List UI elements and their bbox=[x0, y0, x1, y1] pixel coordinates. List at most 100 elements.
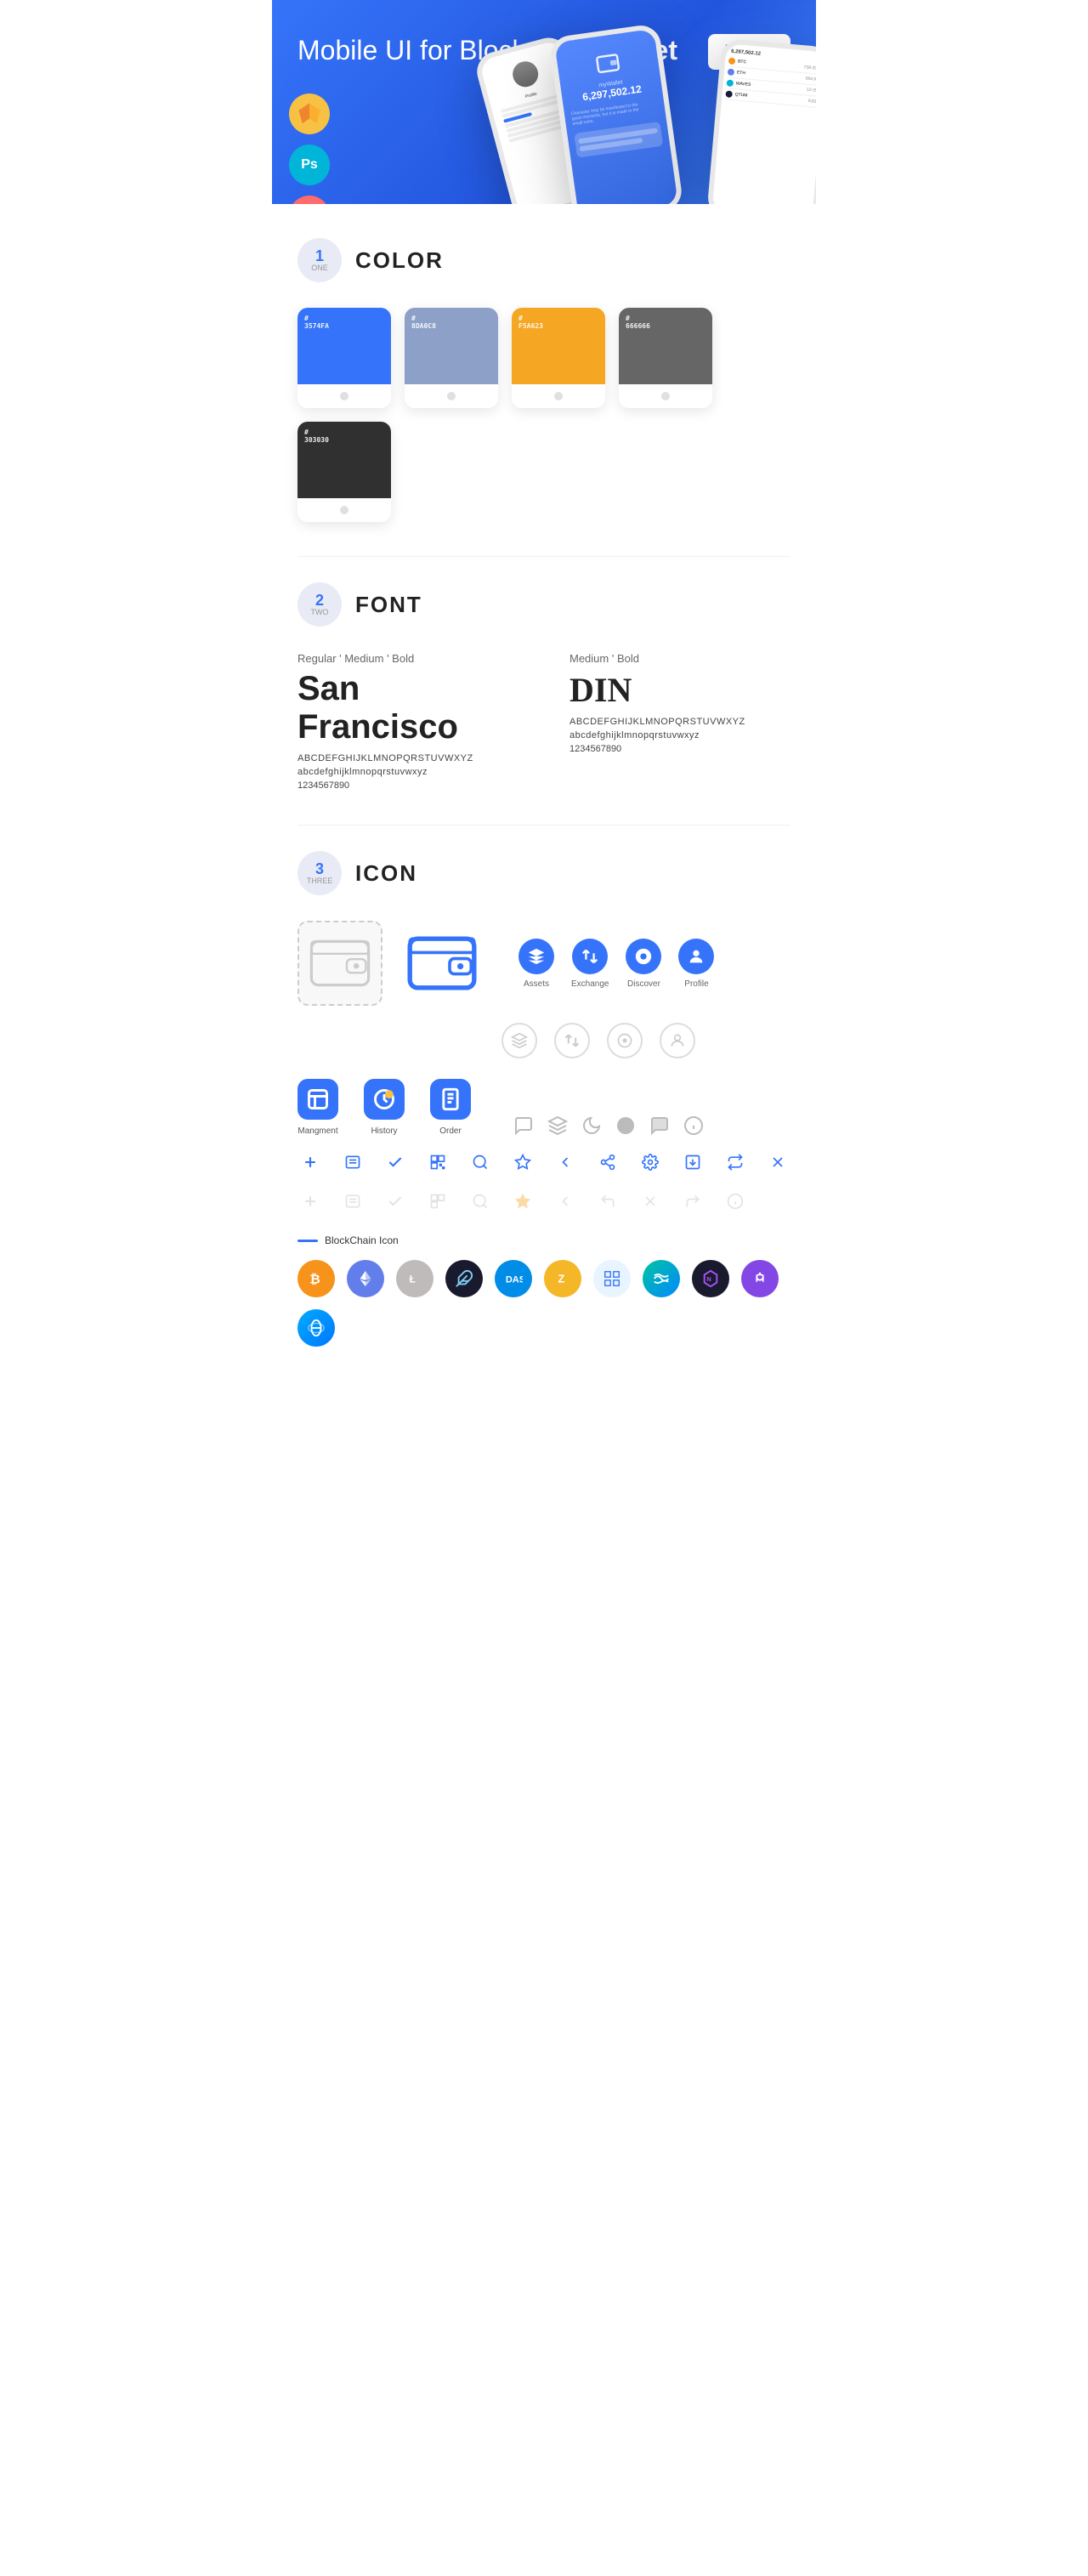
order-svg bbox=[439, 1087, 462, 1111]
swatch-orange-bottom bbox=[512, 384, 605, 408]
btc-icon: ₿ bbox=[298, 1260, 335, 1297]
profile-svg bbox=[687, 947, 706, 966]
ltc-icon: Ł bbox=[396, 1260, 434, 1297]
qr-icon bbox=[425, 1149, 450, 1175]
exchange-outline-svg bbox=[564, 1032, 581, 1049]
phone-mockups: Profile myWallet 6,297,50 bbox=[476, 34, 816, 204]
swatch-dark-grey-color: #666666 bbox=[619, 308, 712, 384]
history-label: History bbox=[371, 1126, 397, 1136]
font-title: FONT bbox=[355, 592, 422, 618]
icon-section: Assets Exchange bbox=[298, 921, 790, 1347]
hero-section: Mobile UI for Blockchain Wallet UI Kit P… bbox=[272, 0, 816, 204]
icon-tab-row-2 bbox=[502, 1023, 790, 1058]
font-sf-name: San Francisco bbox=[298, 670, 518, 746]
tab-profile: Profile bbox=[678, 939, 714, 989]
plus-icon bbox=[298, 1149, 323, 1175]
assets-label: Assets bbox=[524, 979, 549, 989]
color-swatches: #3574FA #8DA0C8 #F5A623 #666666 #303030 bbox=[298, 308, 790, 522]
order-icon bbox=[430, 1079, 471, 1120]
font-section-header: 2 TWO FONT bbox=[298, 582, 790, 627]
x-icon-gray bbox=[638, 1189, 663, 1214]
close-icon bbox=[765, 1149, 790, 1175]
font-sf-block: Regular ' Medium ' Bold San Francisco AB… bbox=[298, 652, 518, 791]
swatch-dark-grey-bottom bbox=[619, 384, 712, 408]
swatch-black-color: #303030 bbox=[298, 422, 391, 498]
profile-label: Profile bbox=[684, 979, 708, 989]
phone-center: myWallet 6,297,502.12 Character may be m… bbox=[548, 23, 683, 204]
phone-right-screen: 6,297,502.12 BTC 738-2003 ETH 564.912 WA… bbox=[722, 43, 816, 111]
font-sf-lowercase: abcdefghijklmnopqrstuvwxyz bbox=[298, 767, 518, 777]
font-sf-numbers: 1234567890 bbox=[298, 780, 518, 791]
heco-icon bbox=[298, 1309, 335, 1347]
phone-center-screen: myWallet 6,297,502.12 Character may be m… bbox=[554, 29, 671, 166]
zcash-svg: Z bbox=[553, 1269, 572, 1288]
wallet-wireframe-svg bbox=[306, 929, 374, 997]
swatch-blue-hex: #3574FA bbox=[304, 315, 329, 330]
font-label: TWO bbox=[311, 608, 329, 616]
dash-svg: DASH bbox=[504, 1269, 523, 1288]
exchange-label: Exchange bbox=[571, 979, 609, 989]
misc-icons-row bbox=[513, 1115, 704, 1136]
exchange-svg bbox=[581, 947, 599, 966]
small-icons-row-1 bbox=[298, 1149, 790, 1175]
chat-filled-icon bbox=[649, 1115, 670, 1136]
assets-icon-outline bbox=[502, 1023, 537, 1058]
font-din-meta: Medium ' Bold bbox=[570, 652, 790, 665]
matic-svg bbox=[751, 1269, 769, 1288]
section-number-font: 2 TWO bbox=[298, 582, 342, 627]
color-label: ONE bbox=[311, 264, 328, 272]
font-sf-uppercase: ABCDEFGHIJKLMNOPQRSTUVWXYZ bbox=[298, 753, 518, 763]
app-icon-row: Mangment History bbox=[298, 1079, 790, 1136]
swap-icon bbox=[722, 1149, 748, 1175]
icon-number: 3 bbox=[315, 861, 324, 877]
swatch-black-hex: #303030 bbox=[304, 428, 329, 444]
svg-text:Ł: Ł bbox=[410, 1274, 416, 1285]
share-icon bbox=[595, 1149, 620, 1175]
wallet-colored bbox=[400, 921, 484, 1006]
dash-icon: DASH bbox=[495, 1260, 532, 1297]
blockchain-label-text: BlockChain Icon bbox=[325, 1234, 399, 1246]
star-icon bbox=[510, 1149, 536, 1175]
moon-icon bbox=[581, 1115, 602, 1136]
nexo-icon: N bbox=[692, 1260, 729, 1297]
color-number: 1 bbox=[315, 248, 324, 264]
tab-exchange: Exchange bbox=[571, 939, 609, 989]
swatch-blue: #3574FA bbox=[298, 308, 391, 408]
back-icon-gray bbox=[552, 1189, 578, 1214]
nexo-svg: N bbox=[701, 1269, 720, 1288]
list-icon bbox=[340, 1149, 366, 1175]
font-din-block: Medium ' Bold DIN ABCDEFGHIJKLMNOPQRSTUV… bbox=[570, 652, 790, 791]
heco-svg bbox=[307, 1319, 326, 1337]
swatch-grey-blue: #8DA0C8 bbox=[405, 308, 498, 408]
redo-icon-gray bbox=[680, 1189, 706, 1214]
zcash-icon: Z bbox=[544, 1260, 581, 1297]
section-number-color: 1 ONE bbox=[298, 238, 342, 282]
wallet-icon-center bbox=[593, 49, 622, 78]
back-icon bbox=[552, 1149, 578, 1175]
exchange-icon-outline bbox=[554, 1023, 590, 1058]
svg-text:N: N bbox=[706, 1275, 711, 1283]
discover-label: Discover bbox=[627, 979, 660, 989]
grid-svg bbox=[603, 1269, 621, 1288]
search-icon-gray bbox=[468, 1189, 493, 1214]
check-icon-gray bbox=[382, 1189, 408, 1214]
swatch-blue-bottom bbox=[298, 384, 391, 408]
sketch-badge bbox=[289, 94, 330, 134]
color-section-header: 1 ONE COLOR bbox=[298, 238, 790, 282]
font-row: Regular ' Medium ' Bold San Francisco AB… bbox=[298, 652, 790, 791]
history-svg bbox=[372, 1087, 396, 1111]
swatch-black: #303030 bbox=[298, 422, 391, 522]
info-icon bbox=[683, 1115, 704, 1136]
swatch-blue-color: #3574FA bbox=[298, 308, 391, 384]
font-number: 2 bbox=[315, 593, 324, 608]
search-icon bbox=[468, 1149, 493, 1175]
svg-text:Z: Z bbox=[558, 1273, 565, 1285]
app-history: History bbox=[364, 1079, 405, 1136]
wallet-colored-svg bbox=[404, 925, 480, 1001]
section-number-icon: 3 THREE bbox=[298, 851, 342, 895]
discover-icon bbox=[626, 939, 661, 974]
app-management: Mangment bbox=[298, 1079, 338, 1136]
font-din-uppercase: ABCDEFGHIJKLMNOPQRSTUVWXYZ bbox=[570, 717, 790, 727]
exchange-icon bbox=[572, 939, 608, 974]
wallet-wireframe bbox=[298, 921, 382, 1006]
